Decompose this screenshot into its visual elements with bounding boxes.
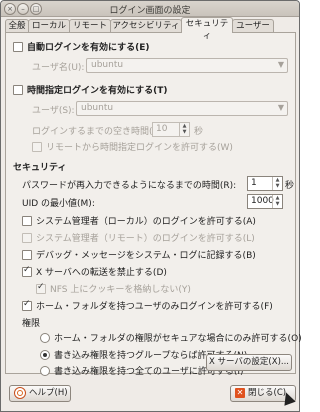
timed-login-user-value: ubuntu: [81, 103, 114, 113]
nfs-cookie-checkbox[interactable]: [36, 282, 46, 294]
deny-xserver-forward-label: X サーバへの転送を禁止する(D): [36, 268, 167, 278]
nfs-cookie-label: NFS 上にクッキーを格納しない(Y): [50, 285, 191, 295]
perm-all-radio[interactable]: [40, 366, 50, 376]
perm-group-radio[interactable]: [40, 350, 50, 360]
timed-login-user-select[interactable]: ubuntu ▼: [76, 101, 288, 116]
tab-accessibility[interactable]: アクセシビリティ: [110, 19, 182, 32]
security-heading: セキュリティ: [13, 163, 67, 173]
tab-remote[interactable]: リモート: [69, 19, 111, 32]
close-icon: ✕: [235, 387, 245, 398]
uid-min-value: 1000: [251, 196, 274, 206]
window-title: ログイン画面の設定: [109, 6, 191, 16]
uid-min-spinner[interactable]: 1000 ▲ ▼: [247, 194, 283, 209]
help-button[interactable]: ヘルプ(H): [9, 385, 71, 402]
timed-login-checkbox[interactable]: [13, 85, 23, 95]
spinner-arrows-icon[interactable]: ▲ ▼: [179, 123, 189, 136]
wait-time-unit: 秒: [194, 127, 204, 137]
chevron-down-icon: ▼: [277, 60, 284, 69]
auto-login-user-select[interactable]: ubuntu ▼: [86, 58, 288, 73]
xserver-settings-button[interactable]: X サーバの設定(X)...: [206, 354, 292, 371]
spinner-arrows-icon[interactable]: ▲ ▼: [272, 195, 282, 208]
remote-timed-login-checkbox[interactable]: [32, 142, 42, 152]
auto-login-label: 自動ログインを有効にする(E): [27, 43, 150, 53]
reenter-time-spinner[interactable]: 1 ▲ ▼: [247, 176, 283, 191]
tab-security[interactable]: セキュリティ: [181, 17, 233, 41]
perm-secure-label: ホーム・フォルダの権限がセキュアな場合にのみ許可する(O): [54, 334, 302, 344]
wait-time-value: 10: [156, 124, 168, 134]
auto-login-user-value: ubuntu: [91, 60, 124, 70]
reenter-time-value: 1: [251, 178, 257, 188]
deny-xserver-forward-checkbox[interactable]: [22, 265, 32, 277]
home-folder-only-checkbox[interactable]: [22, 299, 32, 311]
allow-local-admin-label: システム管理者（ローカル）のログインを許可する(A): [36, 217, 256, 227]
allow-remote-admin-checkbox[interactable]: [22, 233, 32, 243]
dialog-window: × – □ ログイン画面の設定 全般 ローカル リモート アクセシビリティ セキ…: [0, 0, 302, 412]
auto-login-checkbox[interactable]: [13, 42, 23, 52]
help-icon: [14, 386, 26, 399]
title-bar: × – □ ログイン画面の設定: [1, 1, 299, 17]
timed-login-user-label: ユーザ(S):: [32, 106, 75, 116]
allow-local-admin-checkbox[interactable]: [22, 216, 32, 226]
home-folder-only-label: ホーム・フォルダを持つユーザのみログインを許可する(F): [36, 302, 273, 312]
tab-users[interactable]: ユーザー: [232, 19, 274, 32]
reenter-time-label: パスワードが再入力できるようになるまでの時間(R):: [22, 181, 237, 191]
permissions-heading: 権限: [22, 319, 41, 329]
security-panel: 自動ログインを有効にする(E) ユーザ名(U): ubuntu ▼ 時間指定ログ…: [5, 32, 302, 377]
tab-local[interactable]: ローカル: [28, 19, 70, 32]
debug-log-checkbox[interactable]: [22, 250, 32, 260]
remote-timed-login-label: リモートから時間指定ログインを許可する(W): [46, 143, 233, 153]
auto-login-user-label: ユーザ名(U):: [32, 63, 85, 73]
perm-secure-radio[interactable]: [40, 333, 50, 343]
help-button-label: ヘルプ(H): [29, 388, 68, 398]
debug-log-label: デバッグ・メッセージをシステム・ログに記録する(B): [36, 251, 256, 261]
wait-time-spinner[interactable]: 10 ▲ ▼: [152, 122, 190, 137]
chevron-down-icon: ▼: [277, 103, 284, 112]
uid-min-label: UID の最小値(M):: [22, 199, 95, 209]
timed-login-label: 時間指定ログインを有効にする(T): [27, 86, 168, 96]
tab-general[interactable]: 全般: [5, 19, 29, 32]
reenter-time-unit: 秒: [285, 181, 295, 191]
allow-remote-admin-label: システム管理者（リモート）のログインを許可する(L): [36, 234, 255, 244]
wait-time-label: ログインするまでの空き時間(P):: [32, 127, 165, 137]
spinner-arrows-icon[interactable]: ▲ ▼: [272, 177, 282, 190]
